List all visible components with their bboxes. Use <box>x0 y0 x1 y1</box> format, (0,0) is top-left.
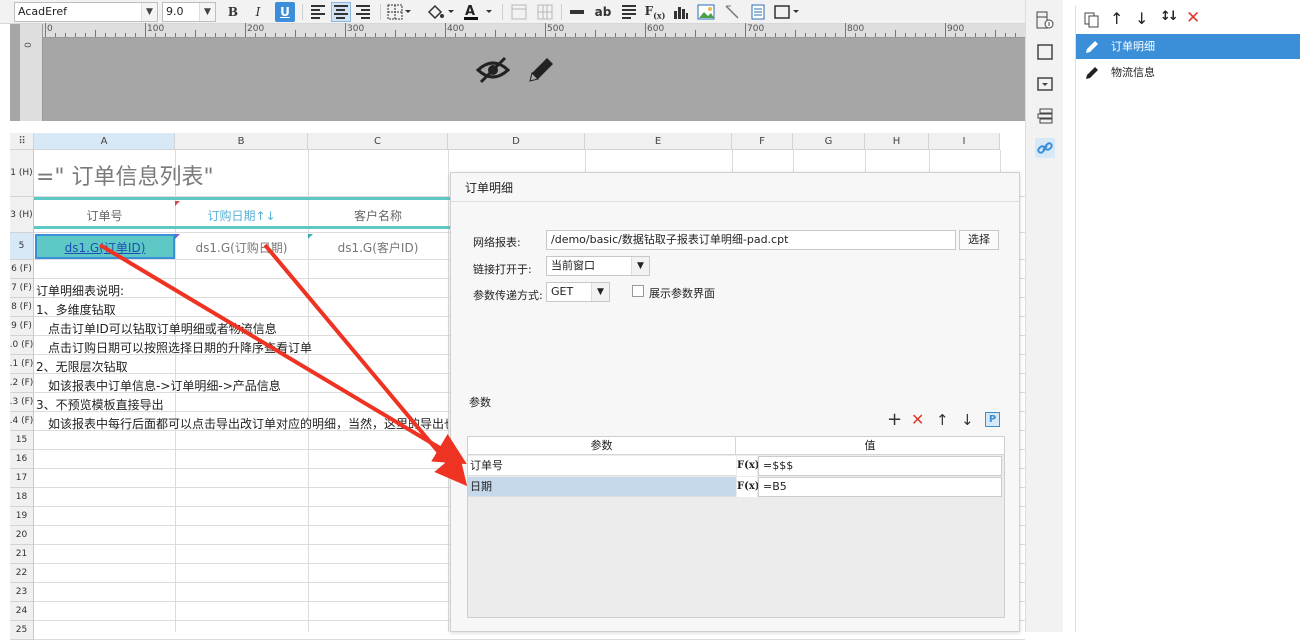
hyperlink-item[interactable]: 物流信息 <box>1076 60 1300 85</box>
condition-attr-icon[interactable] <box>1035 106 1055 126</box>
sort-icon[interactable]: ↕↓ <box>1160 9 1179 24</box>
hyperlink-label: 订单明细 <box>1111 40 1155 53</box>
move-down-icon[interactable]: ↓ <box>1135 9 1148 28</box>
widget-icon[interactable] <box>1035 74 1055 94</box>
frame-icon[interactable] <box>1035 42 1055 62</box>
move-up-icon[interactable]: ↑ <box>1110 9 1123 28</box>
side-toolbar <box>1025 0 1063 632</box>
hyperlink-item[interactable]: 订单明细 <box>1076 34 1300 59</box>
cell-attributes-icon[interactable] <box>1035 10 1055 30</box>
arrow-order-id <box>98 243 467 465</box>
copy-icon[interactable] <box>1084 12 1100 31</box>
delete-icon[interactable]: ✕ <box>1186 8 1200 28</box>
hyperlink-icon[interactable] <box>1035 138 1055 158</box>
pencil-icon <box>1084 60 1098 94</box>
hyperlink-label: 物流信息 <box>1111 66 1155 79</box>
hyperlink-list-panel: ↑ ↓ ↕↓ ✕ 订单明细物流信息 <box>1075 6 1300 632</box>
